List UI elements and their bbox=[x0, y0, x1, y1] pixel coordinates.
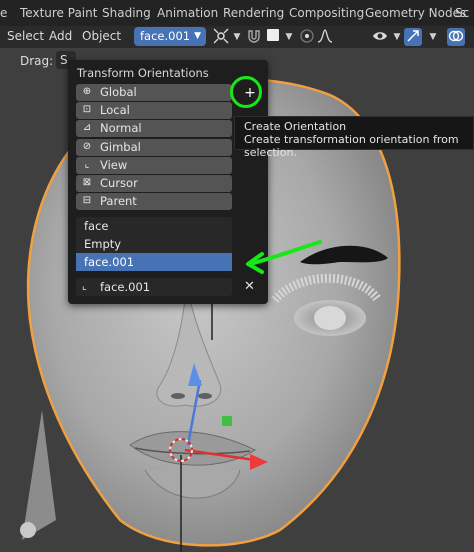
orientation-item-normal[interactable]: ⊿ Normal bbox=[76, 120, 232, 138]
transform-orientations-popover: Transform Orientations ⊕ Global ⊡ Local … bbox=[68, 60, 268, 304]
normal-orientation-icon: ⊿ bbox=[82, 122, 92, 134]
menu-object[interactable]: Object bbox=[82, 29, 121, 43]
drag-label: Drag: bbox=[20, 54, 54, 68]
proportional-edit-icon[interactable] bbox=[298, 28, 316, 46]
menu-select[interactable]: Select bbox=[7, 29, 44, 43]
tab-scripting-partial[interactable]: Sc bbox=[455, 6, 469, 20]
menu-add[interactable]: Add bbox=[49, 29, 72, 43]
parent-orientation-icon: ⊟ bbox=[82, 195, 92, 207]
workspace-tabs-bar: e Texture Paint Shading Animation Render… bbox=[0, 0, 474, 26]
viewport-header: Select Add Object face.001 ▼ ▼ ▼ ▼ ▼ bbox=[0, 26, 474, 48]
visibility-eye-icon[interactable] bbox=[371, 28, 389, 46]
orientation-item-gimbal[interactable]: ⊘ Gimbal bbox=[76, 138, 232, 156]
create-orientation-tooltip: Create Orientation Create transformation… bbox=[234, 116, 474, 159]
annotation-highlight-circle bbox=[230, 76, 262, 108]
orientation-name-field[interactable]: ⌞ face.001 bbox=[76, 278, 232, 296]
tooltip-description: Create transformation orientation from s… bbox=[244, 133, 459, 159]
popover-title: Transform Orientations bbox=[77, 66, 209, 80]
chevron-down-icon: ▼ bbox=[194, 31, 201, 41]
gimbal-orientation-icon: ⊘ bbox=[82, 140, 92, 152]
orientation-item-local[interactable]: ⊡ Local bbox=[76, 102, 232, 120]
orientation-name-icon: ⌞ bbox=[82, 281, 87, 292]
gizmo-toggle-icon[interactable] bbox=[404, 28, 422, 46]
annotation-arrow-icon bbox=[246, 240, 322, 274]
transform-orientation-dropdown[interactable]: face.001 ▼ bbox=[134, 27, 206, 46]
orientation-label: View bbox=[100, 157, 128, 172]
orientation-label: Parent bbox=[100, 194, 137, 209]
falloff-curve-icon[interactable] bbox=[316, 28, 334, 46]
orientation-label: Local bbox=[100, 103, 130, 118]
background-stand-ball bbox=[20, 522, 36, 538]
orientation-label: Normal bbox=[100, 121, 142, 136]
snap-chevron-icon[interactable]: ▼ bbox=[280, 28, 298, 46]
gizmo-chevron-icon[interactable]: ▼ bbox=[424, 28, 442, 46]
tab-partial-left[interactable]: e bbox=[0, 6, 7, 20]
orientation-label: Gimbal bbox=[100, 139, 141, 154]
delete-orientation-button[interactable]: ✕ bbox=[244, 279, 255, 294]
orientation-item-parent[interactable]: ⊟ Parent bbox=[76, 193, 232, 211]
custom-orientation-item-face-001[interactable]: face.001 bbox=[76, 253, 232, 271]
snap-magnet-icon[interactable] bbox=[245, 28, 263, 46]
orientation-name-value: face.001 bbox=[100, 280, 151, 294]
tooltip-title: Create Orientation bbox=[244, 120, 347, 133]
tab-rendering[interactable]: Rendering bbox=[223, 6, 284, 20]
overlays-toggle-icon[interactable] bbox=[447, 28, 465, 46]
orientation-item-global[interactable]: ⊕ Global bbox=[76, 84, 232, 101]
tab-shading[interactable]: Shading bbox=[102, 6, 151, 20]
orientation-label: Cursor bbox=[100, 175, 138, 190]
transform-orientation-value: face.001 bbox=[140, 29, 191, 43]
global-orientation-icon: ⊕ bbox=[82, 86, 92, 97]
eye-ball-shape bbox=[314, 306, 346, 330]
tab-geometry-nodes[interactable]: Geometry Nodes bbox=[365, 6, 466, 20]
view-orientation-icon: ⌞ bbox=[84, 158, 90, 170]
custom-orientation-item-empty[interactable]: Empty bbox=[76, 235, 232, 253]
custom-orientation-item-face[interactable]: face bbox=[76, 217, 232, 235]
local-orientation-icon: ⊡ bbox=[82, 104, 92, 116]
gizmo-y-handle bbox=[222, 416, 232, 426]
pivot-chevron-icon[interactable]: ▼ bbox=[228, 28, 246, 46]
cursor-orientation-icon: ⊠ bbox=[82, 176, 92, 188]
orientation-item-cursor[interactable]: ⊠ Cursor bbox=[76, 174, 232, 192]
orientation-item-view[interactable]: ⌞ View bbox=[76, 156, 232, 174]
tab-texture-paint[interactable]: Texture Paint bbox=[20, 6, 97, 20]
tab-compositing[interactable]: Compositing bbox=[289, 6, 364, 20]
orientation-label: Global bbox=[100, 85, 137, 99]
background-stand-shape bbox=[22, 410, 56, 540]
orientation-list: ⊕ Global ⊡ Local ⊿ Normal ⊘ Gimbal ⌞ Vie… bbox=[76, 84, 232, 211]
custom-orientation-list: face Empty face.001 bbox=[76, 217, 232, 271]
tab-animation[interactable]: Animation bbox=[157, 6, 218, 20]
